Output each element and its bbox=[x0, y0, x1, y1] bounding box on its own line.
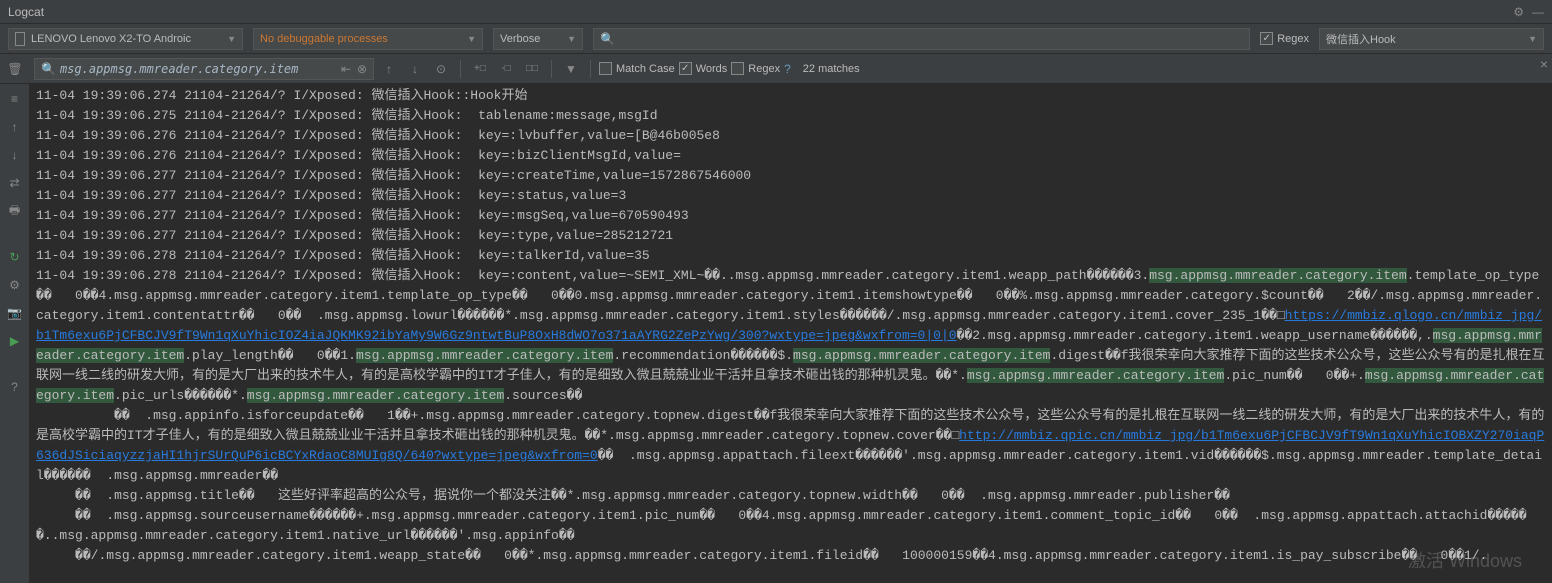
filter-icon[interactable]: ▼ bbox=[560, 58, 582, 80]
remove-selection-icon[interactable]: -□ bbox=[495, 58, 517, 80]
filter-selector[interactable]: 微信插入Hook ▼ bbox=[1319, 28, 1544, 50]
regex-checkbox[interactable]: Regex bbox=[1260, 32, 1309, 45]
minimize-icon[interactable]: — bbox=[1532, 5, 1544, 19]
separator bbox=[590, 60, 591, 78]
checkbox-icon bbox=[599, 62, 612, 75]
window-title: Logcat bbox=[8, 5, 44, 19]
help-icon[interactable]: ? bbox=[784, 62, 791, 76]
log-level-selector[interactable]: Verbose ▼ bbox=[493, 28, 583, 50]
match-case-label: Match Case bbox=[616, 63, 675, 75]
log-search-input[interactable]: 🔍 bbox=[593, 28, 1250, 50]
chevron-down-icon: ▼ bbox=[467, 34, 476, 44]
trash-icon[interactable]: 🗑 bbox=[4, 58, 26, 80]
scroll-up-icon[interactable]: ↑ bbox=[4, 116, 26, 138]
select-all-icon[interactable]: ⊙ bbox=[430, 58, 452, 80]
separator bbox=[460, 60, 461, 78]
select-group-icon[interactable]: □□ bbox=[521, 58, 543, 80]
restart-icon[interactable]: ↻ bbox=[4, 246, 26, 268]
level-label: Verbose bbox=[500, 33, 540, 45]
record-icon[interactable]: ▶ bbox=[4, 330, 26, 352]
regex-find-checkbox[interactable]: Regex bbox=[731, 62, 780, 75]
regex-find-label: Regex bbox=[748, 63, 780, 75]
find-input[interactable]: 🔍 ⇤ ⊗ bbox=[34, 58, 374, 80]
soft-wrap-icon[interactable]: ⇄ bbox=[4, 172, 26, 194]
words-checkbox[interactable]: Words bbox=[679, 62, 728, 75]
match-count: 22 matches bbox=[803, 63, 860, 75]
search-icon: 🔍 bbox=[41, 62, 56, 76]
chevron-down-icon: ▼ bbox=[1528, 34, 1537, 44]
arrow-up-icon[interactable]: ↑ bbox=[378, 58, 400, 80]
close-icon[interactable]: × bbox=[1540, 56, 1548, 72]
regex-label: Regex bbox=[1277, 33, 1309, 45]
search-icon: 🔍 bbox=[600, 32, 615, 46]
device-selector[interactable]: LENOVO Lenovo X2-TO Androic ▼ bbox=[8, 28, 243, 50]
chevron-down-icon: ▼ bbox=[227, 34, 236, 44]
device-label: LENOVO Lenovo X2-TO Androic bbox=[31, 33, 191, 45]
add-selection-icon[interactable]: +□ bbox=[469, 58, 491, 80]
clear-icon[interactable]: ⊗ bbox=[357, 62, 367, 76]
match-case-checkbox[interactable]: Match Case bbox=[599, 62, 675, 75]
process-label: No debuggable processes bbox=[260, 33, 388, 45]
words-label: Words bbox=[696, 63, 728, 75]
log-output[interactable]: 11-04 19:39:06.274 21104-21264/? I/Xpose… bbox=[30, 84, 1552, 583]
arrow-down-icon[interactable]: ↓ bbox=[404, 58, 426, 80]
chevron-down-icon: ▼ bbox=[567, 34, 576, 44]
scroll-down-icon[interactable]: ↓ bbox=[4, 144, 26, 166]
device-icon bbox=[15, 32, 25, 46]
screenshot-icon[interactable]: 📷 bbox=[4, 302, 26, 324]
pin-icon[interactable]: ⇤ bbox=[341, 62, 351, 76]
checkbox-icon bbox=[731, 62, 744, 75]
print-icon[interactable]: 🖶 bbox=[4, 200, 26, 222]
filter-label: 微信插入Hook bbox=[1326, 31, 1396, 47]
gear-icon[interactable]: ⚙ bbox=[1513, 5, 1524, 19]
help-sidebar-icon[interactable]: ? bbox=[4, 376, 26, 398]
checkbox-icon bbox=[679, 62, 692, 75]
process-selector[interactable]: No debuggable processes ▼ bbox=[253, 28, 483, 50]
checkbox-icon bbox=[1260, 32, 1273, 45]
wrap-icon[interactable]: ≡ bbox=[4, 88, 26, 110]
separator bbox=[551, 60, 552, 78]
find-field[interactable] bbox=[60, 62, 341, 76]
settings-icon[interactable]: ⚙ bbox=[4, 274, 26, 296]
